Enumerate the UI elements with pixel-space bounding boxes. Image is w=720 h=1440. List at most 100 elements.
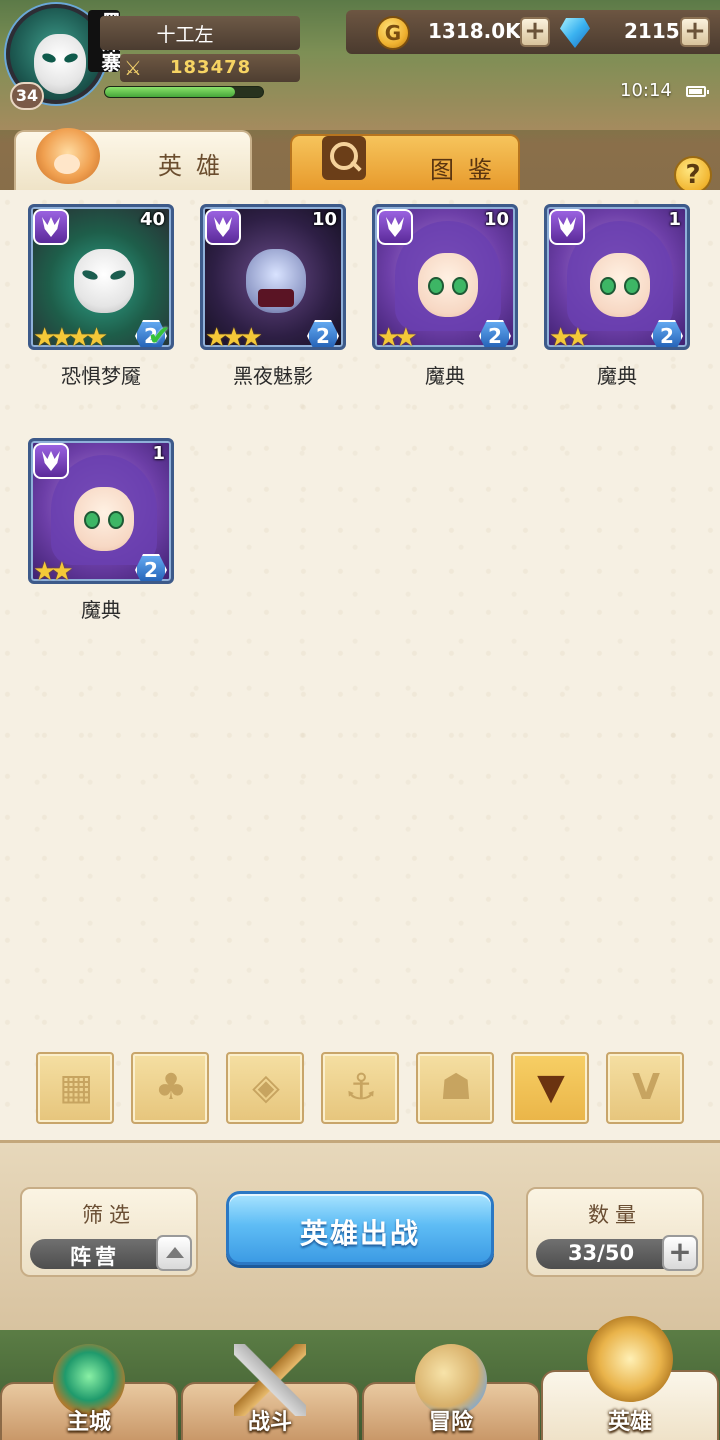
hero-portrait: 1 ★★ 2 xyxy=(28,438,174,584)
filter-all-button[interactable]: ▦ xyxy=(36,1052,114,1124)
check-icon: ✔ xyxy=(147,319,171,350)
girl-face-icon xyxy=(418,253,478,317)
diamond-faction-icon: ◈ xyxy=(252,1067,280,1108)
player-name: 十工左 xyxy=(156,24,214,46)
bottom-controls: 筛选 阵营 英雄出战 数量 33/50 + xyxy=(0,1140,720,1330)
nav-heroes[interactable]: 英雄 xyxy=(541,1316,719,1440)
help-button[interactable]: ? xyxy=(674,156,712,194)
filter-box: 筛选 阵营 xyxy=(20,1187,198,1277)
hero-name: 魔典 xyxy=(597,364,637,388)
nav-main-city[interactable]: 主城 xyxy=(0,1344,178,1440)
add-gem-button[interactable]: + xyxy=(680,17,710,47)
filter-beast-button[interactable]: ☗ xyxy=(416,1052,494,1124)
power-bar: ⚔ 183478 xyxy=(120,54,300,82)
player-name-bar: 十工左 xyxy=(100,16,300,50)
hero-portrait: 10 ★★★ 2 xyxy=(200,204,346,350)
filter-title: 筛选 xyxy=(82,1203,136,1227)
hero-name: 魔典 xyxy=(425,364,465,388)
hero-card[interactable]: 10 ★★★ 2 黑夜魅影 xyxy=(200,192,346,388)
hero-name: 恐惧梦魇 xyxy=(61,364,141,388)
crossed-swords-icon: ⚔ xyxy=(124,56,142,80)
filter-diamond-button[interactable]: ◈ xyxy=(226,1052,304,1124)
anchor-faction-icon: ⚓ xyxy=(344,1067,378,1108)
filter-expand-button[interactable] xyxy=(156,1235,192,1271)
hero-card[interactable]: 10 ★★ 2 魔典 xyxy=(372,192,518,388)
battery-icon xyxy=(686,86,709,97)
nav-label: 英雄 xyxy=(607,1410,652,1435)
tab-codex[interactable]: 图鉴 xyxy=(290,134,520,190)
bottom-nav: 主城 战斗 冒险 英雄 xyxy=(0,1316,720,1440)
count-box: 数量 33/50 + xyxy=(526,1187,704,1277)
hero-level: 1 xyxy=(668,209,681,230)
hero-name: 黑夜魅影 xyxy=(233,364,313,388)
magnifier-icon xyxy=(322,136,366,180)
expand-capacity-button[interactable]: + xyxy=(662,1235,698,1271)
filter-anchor-button[interactable]: ⚓ xyxy=(321,1052,399,1124)
wing-faction-icon: V xyxy=(632,1067,660,1108)
filter-demon-button[interactable]: ▼ xyxy=(511,1052,589,1124)
tab-codex-label: 图鉴 xyxy=(430,156,506,184)
tab-heroes[interactable]: 英雄 xyxy=(14,128,252,190)
gold-coin-icon: G xyxy=(376,16,410,50)
hero-portrait: 40 ★★★★ 2 ✔ xyxy=(28,204,174,350)
player-level-badge: 34 xyxy=(10,82,44,110)
nav-battle[interactable]: 战斗 xyxy=(181,1344,359,1440)
star-rating: ★★ xyxy=(33,557,74,584)
hero-portrait: 10 ★★ 2 xyxy=(372,204,518,350)
filter-leaf-button[interactable]: ♣ xyxy=(131,1052,209,1124)
girl-face-icon xyxy=(74,487,134,551)
deploy-heroes-button[interactable]: 英雄出战 xyxy=(226,1191,494,1265)
shadow-face-icon xyxy=(246,249,306,313)
demon-faction-icon xyxy=(205,209,241,245)
gem-value: 2115 xyxy=(624,19,680,43)
hero-portrait: 1 ★★ 2 xyxy=(544,204,690,350)
deploy-label: 英雄出战 xyxy=(299,1217,420,1250)
jester-mask-icon xyxy=(74,249,134,313)
faction-filter-row: ▦ ♣ ◈ ⚓ ☗ ▼ V xyxy=(0,1052,720,1126)
add-gold-button[interactable]: + xyxy=(520,17,550,47)
hero-icon xyxy=(587,1316,673,1402)
hero-level: 1 xyxy=(152,443,165,464)
hero-name: 魔典 xyxy=(81,598,121,622)
helmet-icon xyxy=(36,128,100,184)
hero-level: 10 xyxy=(311,209,337,230)
currency-bar: G 1318.0K + 2115 + xyxy=(346,10,720,54)
star-rating: ★★ xyxy=(549,323,590,350)
star-rating: ★★★ xyxy=(205,323,263,350)
top-bar: 黑深寨 34 十工左 ⚔ 183478 G 1318.0K + 2115 + 1… xyxy=(0,0,720,130)
nav-adventure[interactable]: 冒险 xyxy=(362,1344,540,1440)
filter-value: 阵营 xyxy=(70,1245,120,1269)
demon-faction-icon xyxy=(33,443,69,479)
diamond-icon xyxy=(560,18,590,48)
girl-face-icon xyxy=(590,253,650,317)
hero-level: 10 xyxy=(483,209,509,230)
hero-card[interactable]: 1 ★★ 2 魔典 xyxy=(28,426,174,622)
demon-faction-icon xyxy=(377,209,413,245)
nav-label: 冒险 xyxy=(428,1410,473,1435)
avatar-mask-icon xyxy=(34,34,86,94)
hero-card[interactable]: 40 ★★★★ 2 ✔ 恐惧梦魇 xyxy=(28,192,174,388)
demon-faction-icon: ▼ xyxy=(537,1067,565,1108)
exp-bar xyxy=(104,86,264,98)
nav-label: 主城 xyxy=(66,1410,111,1435)
count-title: 数量 xyxy=(588,1203,642,1227)
filter-wing-button[interactable]: V xyxy=(606,1052,684,1124)
star-rating: ★★ xyxy=(377,323,418,350)
demon-faction-icon xyxy=(549,209,585,245)
exp-bar-fill xyxy=(105,87,235,97)
star-rating: ★★★★ xyxy=(33,323,108,350)
status-clock: 10:14 xyxy=(620,80,672,101)
hero-card[interactable]: 1 ★★ 2 魔典 xyxy=(544,192,690,388)
leaf-faction-icon: ♣ xyxy=(154,1067,188,1108)
gold-value: 1318.0K xyxy=(428,19,521,43)
rank-gem-icon: 2 xyxy=(307,320,339,347)
hero-level: 40 xyxy=(139,209,165,230)
grid-icon: ▦ xyxy=(58,1067,93,1108)
count-display: 33/50 + xyxy=(536,1235,698,1271)
beast-faction-icon: ☗ xyxy=(439,1067,473,1108)
hero-list-panel: 40 ★★★★ 2 ✔ 恐惧梦魇 10 ★★★ 2 黑夜魅影 10 ★★ 2 魔… xyxy=(0,190,720,1140)
count-value: 33/50 xyxy=(567,1241,635,1265)
power-value: 183478 xyxy=(170,57,252,78)
demon-faction-icon xyxy=(33,209,69,245)
filter-selector[interactable]: 阵营 xyxy=(30,1235,192,1271)
